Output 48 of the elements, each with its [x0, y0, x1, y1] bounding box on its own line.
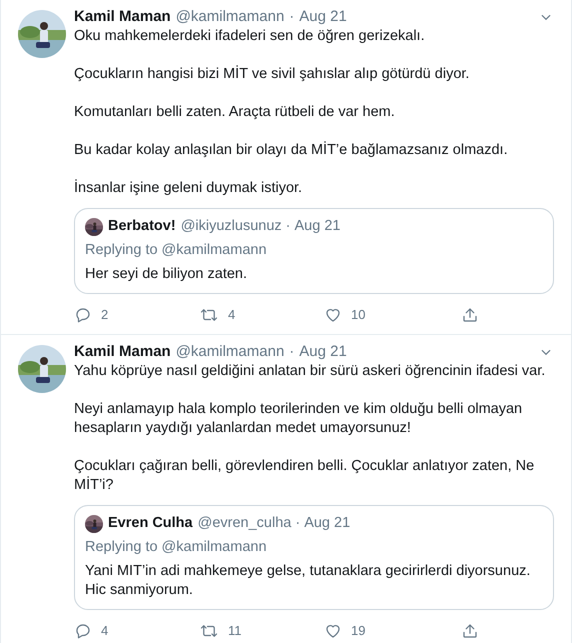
- tweet-date: Aug 21: [304, 514, 350, 533]
- tweet-text: Çocukların hangisi bizi MİT ve sivil şahıslar alıp götürdü diyor.: [74, 65, 470, 84]
- share-icon: [461, 622, 479, 640]
- reply-handle: @kamilmamann: [162, 538, 267, 557]
- tweet-text: Oku mahkemelerdeki ifadeleri sen de öğren gerizekalı.: [74, 27, 426, 46]
- tweet-date[interactable]: Aug 21: [299, 342, 347, 362]
- quoted-text: Her seyi de biliyon zaten.: [85, 265, 248, 284]
- quoted-text: Yani MIT’in adi mahkemeye gelse, tutanaklara gecirirlerdi diyorsunuz. Hic sanmiyorum.: [85, 562, 532, 600]
- like-button[interactable]: 10: [324, 305, 366, 325]
- author-name[interactable]: Kamil Maman: [74, 7, 171, 27]
- tweet-date[interactable]: Aug 21: [299, 7, 347, 27]
- author-handle: @evren_culha: [198, 514, 292, 533]
- author-name[interactable]: Kamil Maman: [74, 342, 171, 362]
- tweet-text: Çocukları çağıran belli, görevlendiren belli. Çocuklar anlatıyor zaten, Ne MİT’i?: [74, 457, 536, 495]
- share-icon: [461, 306, 479, 324]
- reply-button[interactable]: 4: [74, 621, 108, 641]
- replying-label: Replying to: [85, 538, 158, 557]
- tweet-text: Bu kadar kolay anlaşılan bir olayı da MİT’e bağlamazsanız olmazdı.: [74, 141, 509, 160]
- separator-dot: ·: [295, 514, 300, 533]
- tweet-date: Aug 21: [294, 217, 340, 236]
- reply-handle: @kamilmamann: [162, 241, 267, 260]
- quoted-tweet[interactable]: Berbatov! @ikiyuzlusunuz · Aug 21 Replying to @kamilmamann Her seyi de biliyon zaten.: [74, 208, 554, 294]
- replying-label: Replying to: [85, 241, 158, 260]
- tweet-text: İnsanlar işine geleni duymak istiyor.: [74, 179, 304, 198]
- share-button[interactable]: [461, 306, 479, 324]
- tweet-text: Komutanları belli zaten. Araçta rütbeli de var hem.: [74, 103, 396, 122]
- tweet-text: Yahu köprüye nasıl geldiğini anlatan bir sürü askeri öğrencinin ifadesi var.: [74, 362, 546, 381]
- author-handle: @kamilmamann: [176, 342, 284, 362]
- retweet-icon: [199, 622, 219, 640]
- separator-dot: ·: [289, 7, 294, 27]
- heart-icon: [324, 306, 342, 324]
- separator-dot: ·: [289, 342, 294, 362]
- speech-bubble-icon: [74, 306, 92, 324]
- reply-button[interactable]: 2: [74, 305, 108, 325]
- quoted-tweet[interactable]: Evren Culha @evren_culha · Aug 21 Replying to @kamilmamann Yani MIT’in adi mahkemeye gelse, tutanaklara gecirirlerdi diyorsunuz. Hic sanmiyorum.: [74, 505, 554, 610]
- separator-dot: ·: [286, 217, 290, 236]
- author-handle: @kamilmamann: [176, 7, 284, 27]
- heart-icon: [324, 622, 342, 640]
- retweet-button[interactable]: 11: [199, 621, 242, 641]
- retweet-button[interactable]: 4: [199, 305, 236, 325]
- author-name: Evren Culha: [108, 514, 193, 533]
- like-button[interactable]: 19: [324, 621, 366, 641]
- author-handle: @ikiyuzlusunuz: [180, 217, 282, 236]
- author-name: Berbatov!: [108, 217, 176, 236]
- tweet-text: Neyi anlamayıp hala komplo teorilerinden ve kim olduğu belli olmayan hesapların yaydığı yalanlardan medet umayorsunuz!: [74, 400, 524, 438]
- share-button[interactable]: [461, 622, 479, 640]
- retweet-icon: [199, 306, 219, 324]
- speech-bubble-icon: [74, 622, 92, 640]
